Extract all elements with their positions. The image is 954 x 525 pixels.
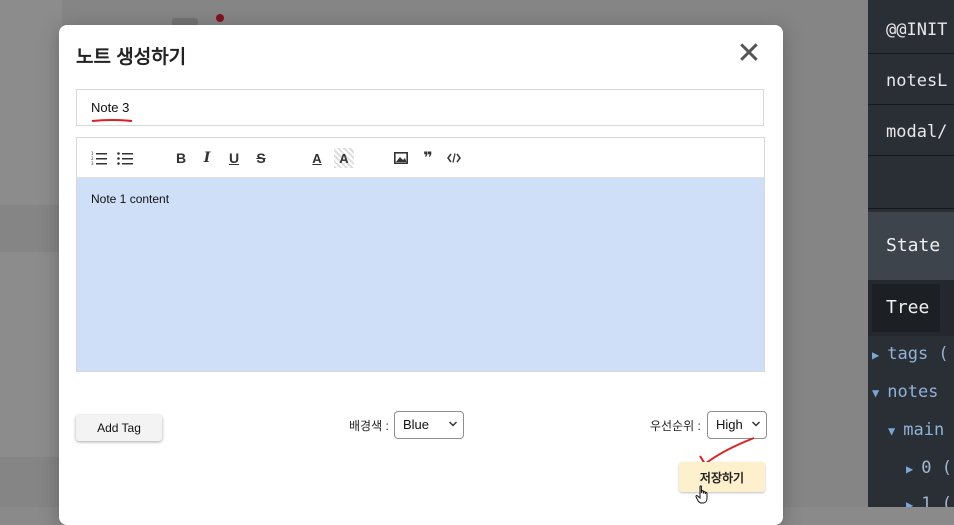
tree-node-label: notes [887, 382, 939, 402]
tree-node-label: main [903, 420, 945, 440]
chevron-down-icon [449, 421, 457, 427]
create-note-modal: 노트 생성하기 ✕ 123 B I U S A A ❞ [59, 25, 783, 525]
modal-title: 노트 생성하기 [76, 47, 187, 68]
italic-icon[interactable]: I [197, 148, 217, 168]
ordered-list-icon[interactable]: 123 [89, 148, 109, 168]
expand-arrow-icon: ▼ [872, 386, 880, 400]
tree-node[interactable]: ▶ tags ( [872, 344, 949, 364]
add-tag-button[interactable]: Add Tag [76, 415, 162, 441]
tree-node-label: 1 ( [921, 494, 952, 507]
expand-arrow-icon: ▶ [906, 498, 914, 507]
close-icon[interactable]: ✕ [735, 39, 763, 69]
note-title-input[interactable] [76, 89, 764, 126]
priority-select[interactable]: High [707, 411, 767, 439]
strikethrough-icon[interactable]: S [251, 148, 271, 168]
background-color-select[interactable]: Blue [394, 411, 464, 439]
tree-node-label: tags ( [887, 344, 949, 364]
background-color-label: 배경색 : [349, 419, 389, 433]
bold-icon[interactable]: B [171, 148, 191, 168]
expand-arrow-icon: ▶ [872, 348, 880, 362]
save-button[interactable]: 저장하기 [679, 462, 765, 492]
action-item-empty [868, 160, 954, 209]
tab-tree[interactable]: Tree [872, 284, 940, 332]
expand-arrow-icon: ▶ [906, 462, 914, 476]
priority-label: 우선순위 : [650, 419, 701, 433]
background-color-icon[interactable]: A [334, 148, 354, 168]
redux-devtools-panel: @@INIT notesL modal/ State Tree ▶ tags ( … [868, 0, 954, 507]
font-color-icon[interactable]: A [307, 148, 327, 168]
background-color-select-value: Blue [403, 417, 430, 432]
spellcheck-underline [91, 119, 133, 122]
hand-cursor-icon [695, 485, 708, 504]
tree-node[interactable]: ▶ 1 ( [906, 494, 952, 507]
tree-node[interactable]: ▼ main [888, 420, 944, 440]
blockquote-icon[interactable]: ❞ [418, 148, 438, 168]
svg-text:3: 3 [91, 161, 94, 165]
tree-node-label: 0 ( [921, 458, 952, 478]
tree-node[interactable]: ▼ notes [872, 382, 938, 402]
code-block-icon[interactable] [444, 148, 464, 168]
action-item[interactable]: @@INIT [868, 6, 954, 54]
editor-content-text: Note 1 content [91, 192, 170, 206]
underline-icon[interactable]: U [224, 148, 244, 168]
chevron-down-icon [752, 421, 760, 427]
editor-content-area[interactable]: Note 1 content [77, 178, 764, 371]
state-header[interactable]: State [868, 212, 954, 280]
expand-arrow-icon: ▼ [888, 424, 896, 438]
action-item[interactable]: notesL [868, 57, 954, 105]
bullet-list-icon[interactable] [115, 148, 135, 168]
image-icon[interactable] [391, 148, 411, 168]
editor-toolbar: 123 B I U S A A ❞ [77, 138, 764, 178]
tree-node[interactable]: ▶ 0 ( [906, 458, 952, 478]
rich-text-editor: 123 B I U S A A ❞ Note 1 content [76, 137, 765, 372]
priority-select-value: High [716, 417, 743, 432]
action-item[interactable]: modal/ [868, 108, 954, 156]
